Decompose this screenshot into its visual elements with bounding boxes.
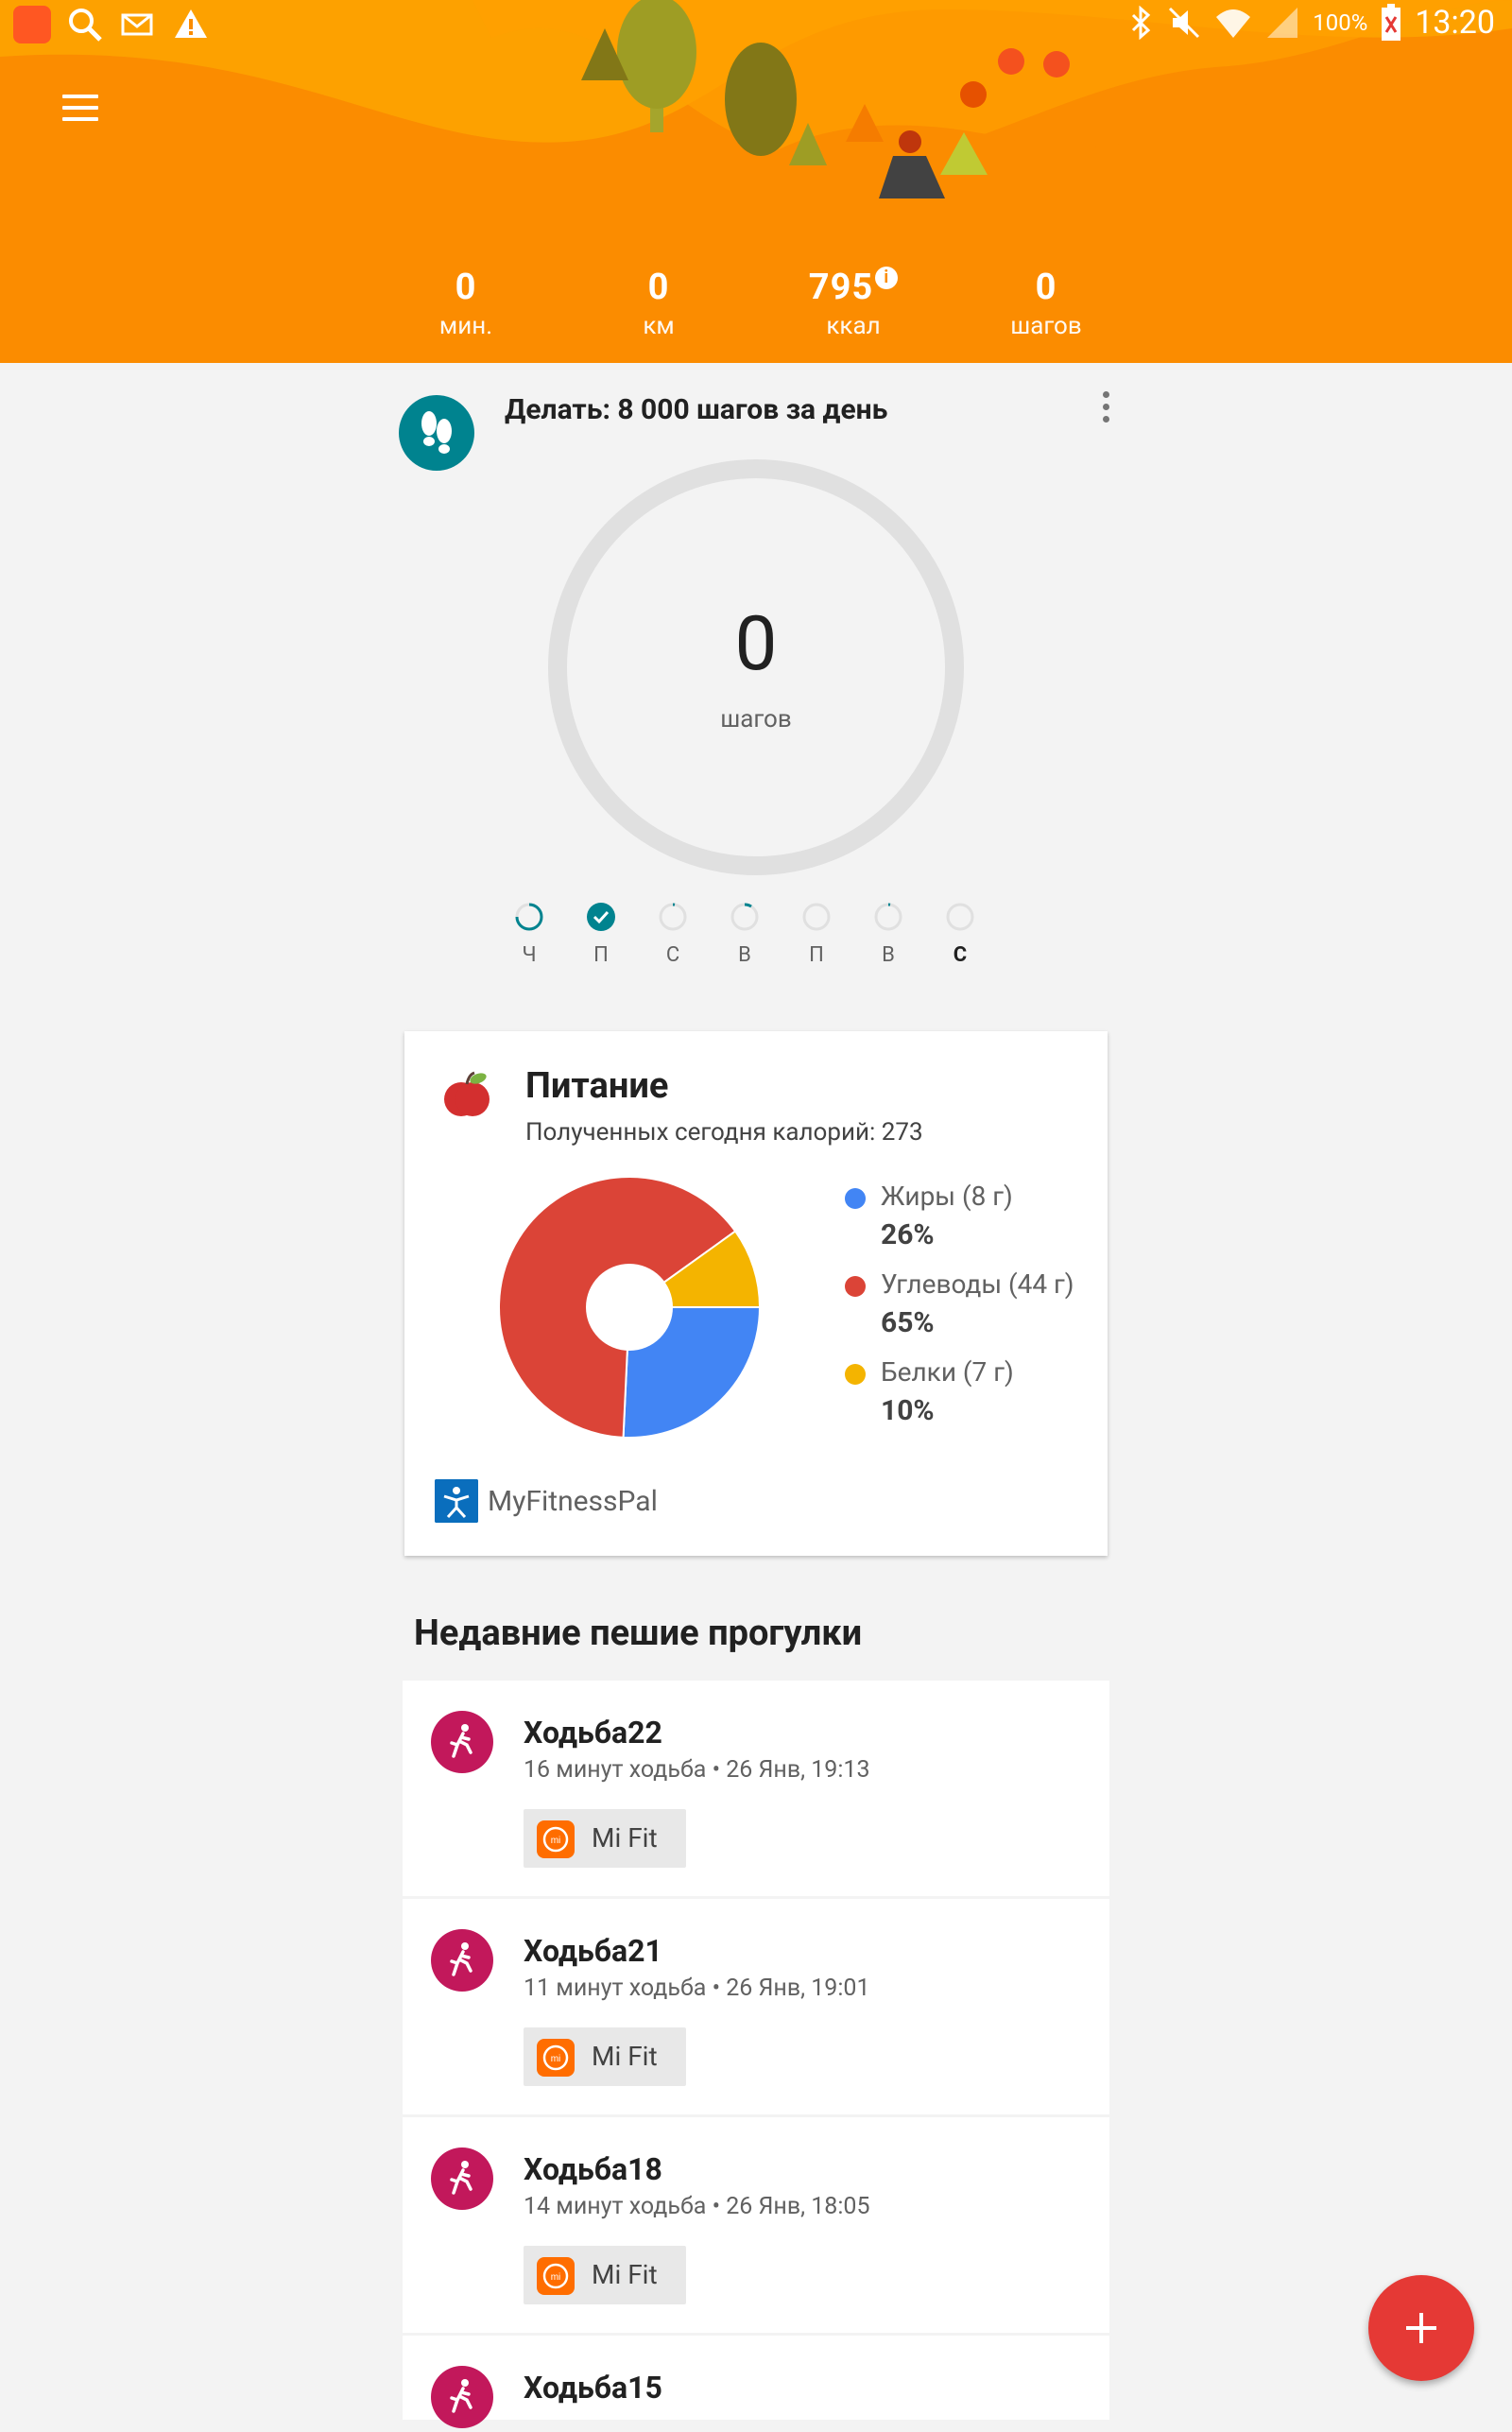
legend-protein: Белки (7 г) 10% (845, 1356, 1100, 1444)
day-indicator[interactable]: Ч (510, 902, 548, 967)
donut-hole (586, 1264, 673, 1351)
summary-steps[interactable]: 0 шагов (952, 267, 1141, 340)
summary-minutes[interactable]: 0 мин. (371, 267, 560, 340)
summary-calories[interactable]: 795 i ккал (759, 267, 948, 340)
svg-text:mi: mi (551, 2054, 561, 2064)
day-progress-ring (659, 903, 687, 931)
walk-item[interactable]: Ходьба15 (403, 2336, 1109, 2428)
add-activity-button[interactable] (1368, 2275, 1474, 2381)
check-icon (587, 903, 615, 931)
landscape-illustration (0, 0, 1512, 208)
goal-title: Делать: 8 000 шагов за день (505, 393, 888, 426)
legend-dot (845, 1364, 866, 1385)
legend-dot (845, 1276, 866, 1297)
menu-icon (62, 95, 98, 98)
day-indicator[interactable]: П (582, 902, 620, 967)
legend-carbs: Углеводы (44 г) 65% (845, 1268, 1100, 1356)
source-myfitnesspal[interactable]: MyFitnessPal (435, 1479, 658, 1523)
signal-icon (1267, 8, 1298, 38)
info-icon[interactable]: i (875, 267, 899, 289)
svg-text:mi: mi (551, 2272, 561, 2283)
day-indicator[interactable]: В (869, 902, 907, 967)
day-progress-ring (874, 903, 902, 931)
footsteps-icon (399, 395, 474, 471)
legend-fat: Жиры (8 г) 26% (845, 1181, 1100, 1268)
nutrition-title: Питание (525, 1065, 669, 1107)
macros-legend: Жиры (8 г) 26% Углеводы (44 г) 65% Белки… (845, 1181, 1100, 1444)
header-banner: 100% 13:20 0 мин. 0 км 795 i ккал 0 шагов (0, 0, 1512, 363)
day-indicator[interactable]: С (654, 902, 692, 967)
legend-dot (845, 1188, 866, 1209)
walking-icon (431, 1711, 493, 1773)
walk-item[interactable]: Ходьба22 16 минут ходьба • 26 Янв, 19:13… (403, 1681, 1109, 1896)
summary-distance[interactable]: 0 км (564, 267, 753, 340)
wifi-icon (1216, 9, 1251, 38)
steps-count: 0 (734, 599, 778, 688)
apple-icon (444, 1071, 490, 1116)
walking-icon (431, 2147, 493, 2210)
source-chip-mi-fit[interactable]: mi Mi Fit (524, 1809, 686, 1868)
mi-fit-icon: mi (537, 2257, 575, 2295)
myfitnesspal-logo-icon (435, 1479, 478, 1523)
day-indicator[interactable]: В (726, 902, 764, 967)
more-options-icon[interactable] (1096, 391, 1115, 429)
email-icon (121, 13, 153, 36)
battery-icon (1382, 4, 1401, 41)
walk-item[interactable]: Ходьба18 14 минут ходьба • 26 Янв, 18:05… (403, 2117, 1109, 2333)
svg-text:mi: mi (551, 1836, 561, 1846)
nutrition-calories: Полученных сегодня калорий: 273 (525, 1118, 923, 1147)
app-notification-icon (13, 6, 51, 43)
macros-donut-chart (498, 1176, 762, 1439)
search-icon (69, 9, 102, 42)
day-indicator-today[interactable]: С (941, 902, 979, 967)
nutrition-card[interactable]: Питание Полученных сегодня калорий: 273 … (404, 1031, 1108, 1556)
mute-icon (1169, 7, 1200, 39)
menu-button[interactable] (49, 81, 117, 134)
day-progress-ring (946, 903, 974, 931)
source-chip-mi-fit[interactable]: mi Mi Fit (524, 2027, 686, 2086)
walk-item[interactable]: Ходьба21 11 минут ходьба • 26 Янв, 19:01… (403, 1899, 1109, 2114)
steps-unit: шагов (720, 705, 792, 733)
step-goal-card[interactable]: Делать: 8 000 шагов за день 0 шагов Ч П … (397, 363, 1115, 968)
day-progress-ring (802, 903, 831, 931)
day-progress-ring (730, 903, 759, 931)
mi-fit-icon: mi (537, 1820, 575, 1858)
mi-fit-icon: mi (537, 2039, 575, 2077)
battery-percent: 100% (1313, 9, 1368, 36)
walking-icon (431, 1929, 493, 1992)
status-time: 13:20 (1415, 4, 1495, 42)
recent-walks-title: Недавние пешие прогулки (414, 1613, 863, 1654)
source-chip-mi-fit[interactable]: mi Mi Fit (524, 2246, 686, 2304)
bluetooth-icon (1132, 6, 1151, 40)
warning-icon (175, 9, 207, 38)
walking-icon (431, 2366, 493, 2428)
day-progress-ring (515, 903, 543, 931)
day-indicator[interactable]: П (798, 902, 835, 967)
status-bar: 100% 13:20 (0, 0, 1512, 47)
